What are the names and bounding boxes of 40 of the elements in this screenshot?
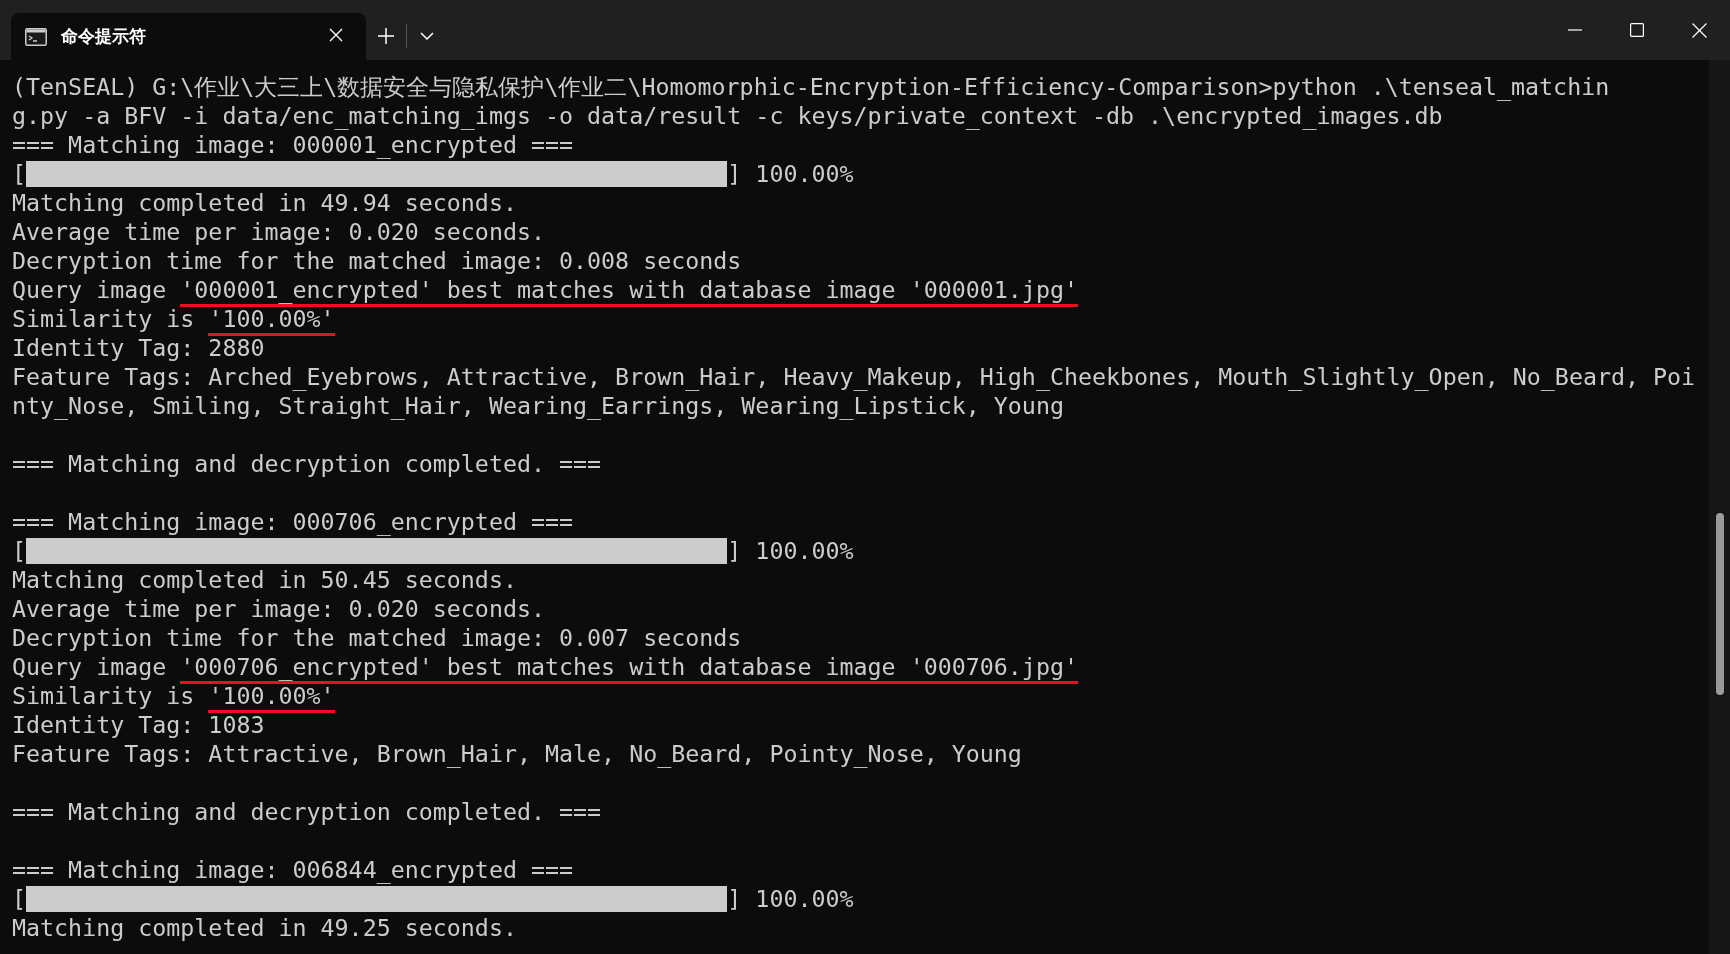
close-icon: [1691, 22, 1707, 38]
output-line: Similarity is '100.00%': [12, 304, 335, 333]
chevron-down-icon: [420, 32, 434, 40]
scrollbar-thumb[interactable]: [1715, 513, 1724, 695]
bracket-text: [: [12, 884, 27, 913]
output-line: Average time per image: 0.020 seconds.: [12, 217, 545, 246]
tab-title: 命令提示符: [61, 25, 147, 48]
bracket-text: [: [12, 159, 27, 188]
output-line: nty_Nose, Smiling, Straight_Hair, Wearing_Earrings, Wearing_Lipstick, Young: [12, 391, 1064, 420]
output-line: (TenSEAL) G:\作业\大三上\数据安全与隐私保护\作业二\Homomorphic-Encryption-Efficiency-Comparison>python .\tenseal_matchin: [12, 72, 1610, 101]
output-line: Feature Tags: Arched_Eyebrows, Attractive, Brown_Hair, Heavy_Makeup, High_Cheekbones, Mouth_Slightly_Open, No_Beard, Poi: [12, 362, 1696, 391]
output-line: === Matching and decryption completed. ===: [12, 449, 602, 478]
output-line: Matching completed in 50.45 seconds.: [12, 565, 517, 594]
terminal-icon: [25, 27, 47, 46]
tab[interactable]: 命令提示符: [11, 13, 366, 60]
output-line: Similarity is '100.00%': [12, 681, 335, 710]
progress-reading: ] 100.00%: [727, 884, 854, 913]
output-line: Average time per image: 0.020 seconds.: [12, 594, 545, 623]
output-line: Decryption time for the matched image: 0.007 seconds: [12, 623, 742, 652]
output-line: === Matching image: 006844_encrypted ===: [12, 855, 574, 884]
output-line: g.py -a BFV -i data/enc_matching_imgs -o data/result -c keys/private_context -db .\encrypted_images.db: [12, 101, 1443, 130]
output-line: Matching completed in 49.25 seconds.: [12, 913, 517, 942]
output-line: Identity Tag: 1083: [12, 710, 265, 739]
progress-reading: ] 100.00%: [727, 536, 854, 565]
progress-reading: ] 100.00%: [727, 159, 854, 188]
scrollbar[interactable]: [1709, 60, 1730, 954]
output-line: Matching completed in 49.94 seconds.: [12, 188, 517, 217]
close-icon: [329, 27, 343, 42]
output-line: Query image '000706_encrypted' best matches with database image '000706.jpg': [12, 652, 1078, 681]
output-line: === Matching image: 000001_encrypted ===: [12, 130, 574, 159]
output-line: Feature Tags: Attractive, Brown_Hair, Male, No_Beard, Pointy_Nose, Young: [12, 739, 1022, 768]
plus-icon: [377, 27, 395, 45]
maximize-icon: [1630, 23, 1644, 37]
output-line: Decryption time for the matched image: 0.008 seconds: [12, 246, 742, 275]
output-line: === Matching and decryption completed. ===: [12, 797, 602, 826]
output-line: Query image '000001_encrypted' best matches with database image '000001.jpg': [12, 275, 1078, 304]
minimize-icon: [1568, 29, 1582, 31]
output-line: Identity Tag: 2880: [12, 333, 265, 362]
bracket-text: [: [12, 536, 27, 565]
output-line: === Matching image: 000706_encrypted ===: [12, 507, 574, 536]
